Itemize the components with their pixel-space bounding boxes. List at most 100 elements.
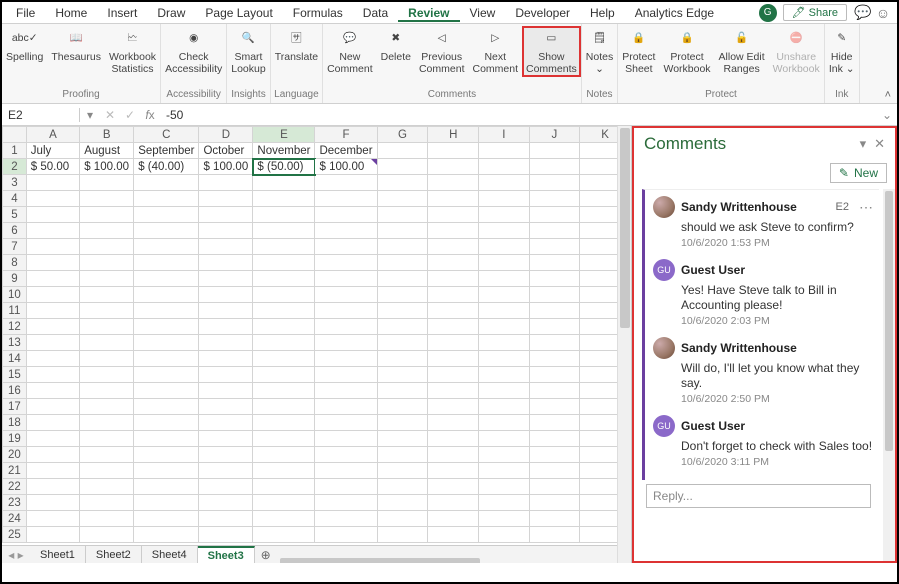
cell-A18[interactable] [26,415,79,431]
cell-C16[interactable] [134,383,199,399]
cell-I17[interactable] [479,399,529,415]
row-header-4[interactable]: 4 [3,191,27,207]
cell-F4[interactable] [315,191,377,207]
cell-J14[interactable] [529,351,580,367]
cell-I20[interactable] [479,447,529,463]
menu-review[interactable]: Review [398,6,459,22]
cell-J9[interactable] [529,271,580,287]
menu-draw[interactable]: Draw [147,6,195,20]
cell-C23[interactable] [134,495,199,511]
cell-H4[interactable] [428,191,479,207]
menu-analytics-edge[interactable]: Analytics Edge [625,6,724,20]
cell-I23[interactable] [479,495,529,511]
row-header-13[interactable]: 13 [3,335,27,351]
cell-C15[interactable] [134,367,199,383]
cell-J11[interactable] [529,303,580,319]
cell-B18[interactable] [80,415,134,431]
cell-A25[interactable] [26,527,79,543]
cell-D17[interactable] [199,399,253,415]
cell-D13[interactable] [199,335,253,351]
menu-insert[interactable]: Insert [97,6,147,20]
cell-A11[interactable] [26,303,79,319]
cell-B2[interactable]: $ 100.00 [80,159,134,175]
cell-B23[interactable] [80,495,134,511]
cell-B10[interactable] [80,287,134,303]
cell-G16[interactable] [377,383,428,399]
thesaurus-button[interactable]: 📖Thesaurus [47,26,105,66]
sheet-tab-sheet1[interactable]: Sheet1 [30,546,86,563]
cell-H23[interactable] [428,495,479,511]
vertical-scrollbar[interactable] [617,126,631,563]
cell-D24[interactable] [199,511,253,527]
cell-I2[interactable] [479,159,529,175]
cell-A21[interactable] [26,463,79,479]
menu-file[interactable]: File [6,6,45,20]
cell-G1[interactable] [377,143,428,159]
notes-button[interactable]: 🗒Notes⌄ [582,26,617,77]
row-header-25[interactable]: 25 [3,527,27,543]
cell-A6[interactable] [26,223,79,239]
cell-A23[interactable] [26,495,79,511]
cell-E23[interactable] [253,495,315,511]
cell-I25[interactable] [479,527,529,543]
cell-F5[interactable] [315,207,377,223]
cell-I24[interactable] [479,511,529,527]
cell-G5[interactable] [377,207,428,223]
hide-ink-button[interactable]: ✎HideInk ⌄ [825,26,859,77]
row-header-17[interactable]: 17 [3,399,27,415]
cell-H24[interactable] [428,511,479,527]
cell-E24[interactable] [253,511,315,527]
cell-B24[interactable] [80,511,134,527]
cell-A22[interactable] [26,479,79,495]
comment-more-icon[interactable]: ⋯ [859,199,873,216]
cell-C14[interactable] [134,351,199,367]
cell-F21[interactable] [315,463,377,479]
cell-D25[interactable] [199,527,253,543]
cell-E5[interactable] [253,207,315,223]
cell-F13[interactable] [315,335,377,351]
cell-F9[interactable] [315,271,377,287]
cell-H3[interactable] [428,175,479,191]
cell-G10[interactable] [377,287,428,303]
row-header-12[interactable]: 12 [3,319,27,335]
cell-H8[interactable] [428,255,479,271]
cell-A20[interactable] [26,447,79,463]
cell-G24[interactable] [377,511,428,527]
cell-E20[interactable] [253,447,315,463]
comment-cellref[interactable]: E2 [836,201,849,213]
cell-B1[interactable]: August [80,143,134,159]
share-button[interactable]: 🖊 Share [783,4,847,21]
cell-J19[interactable] [529,431,580,447]
cell-B5[interactable] [80,207,134,223]
cell-J17[interactable] [529,399,580,415]
account-badge[interactable]: G [759,4,777,22]
cell-H15[interactable] [428,367,479,383]
unshare-workbook-button[interactable]: ⛔UnshareWorkbook [769,26,824,77]
cell-E16[interactable] [253,383,315,399]
cell-D6[interactable] [199,223,253,239]
protect-sheet-button[interactable]: 🔒ProtectSheet [618,26,659,77]
cell-B15[interactable] [80,367,134,383]
cell-B7[interactable] [80,239,134,255]
cell-I5[interactable] [479,207,529,223]
row-header-3[interactable]: 3 [3,175,27,191]
cell-I18[interactable] [479,415,529,431]
cell-G17[interactable] [377,399,428,415]
row-header-23[interactable]: 23 [3,495,27,511]
cell-C22[interactable] [134,479,199,495]
cell-F25[interactable] [315,527,377,543]
pane-scrollbar[interactable] [883,189,895,561]
cell-J6[interactable] [529,223,580,239]
cell-D5[interactable] [199,207,253,223]
cell-G8[interactable] [377,255,428,271]
cell-J1[interactable] [529,143,580,159]
cell-I6[interactable] [479,223,529,239]
comments-icon[interactable]: 💬 [853,4,873,21]
row-header-2[interactable]: 2 [3,159,27,175]
cell-A2[interactable]: $ 50.00 [26,159,79,175]
cell-J15[interactable] [529,367,580,383]
new-comment-button[interactable]: 💬NewComment [323,26,377,77]
cell-I13[interactable] [479,335,529,351]
cell-E6[interactable] [253,223,315,239]
cell-I3[interactable] [479,175,529,191]
